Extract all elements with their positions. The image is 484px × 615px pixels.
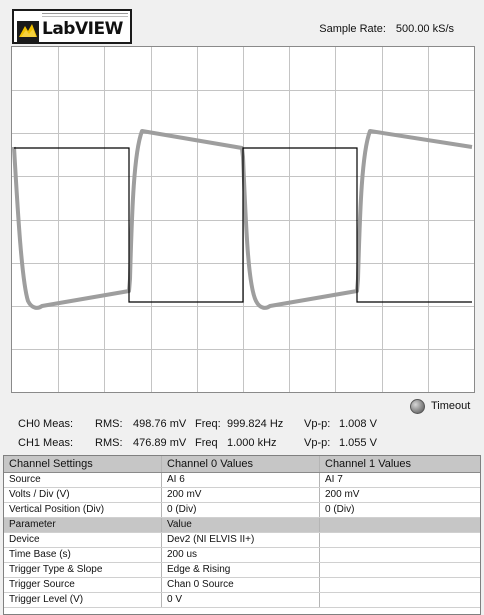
table-row[interactable]: Source AI 6 AI 7 [4, 473, 480, 488]
parameter-name-cell: Trigger Level (V) [4, 593, 162, 607]
parameter-name-cell: Trigger Type & Slope [4, 563, 162, 577]
setting-name-cell: Vertical Position (Div) [4, 503, 162, 517]
table-row[interactable]: Vertical Position (Div) 0 (Div) 0 (Div) [4, 503, 480, 518]
table-row[interactable]: Time Base (s) 200 us [4, 548, 480, 563]
ch0-freq-label: Freq: [195, 418, 221, 430]
table-row[interactable]: Trigger Source Chan 0 Source [4, 578, 480, 593]
parameter-name-cell: Time Base (s) [4, 548, 162, 562]
table-row[interactable]: Device Dev2 (NI ELVIS II+) [4, 533, 480, 548]
ch0-vpp-label: Vp-p: [304, 418, 331, 430]
table-row[interactable]: Trigger Type & Slope Edge & Rising [4, 563, 480, 578]
table-header-row: Channel Settings Channel 0 Values Channe… [4, 456, 480, 473]
ch1-vpp-label: Vp-p: [304, 437, 331, 449]
parameter-name-cell: Trigger Source [4, 578, 162, 592]
labview-logo: LabVIEW [12, 9, 132, 44]
setting-name-cell: Source [4, 473, 162, 487]
ch0-meas-label: CH0 Meas: [18, 418, 74, 430]
empty-header-cell [320, 518, 480, 532]
waveform-plot-area [12, 47, 474, 392]
ch0-vpp-value: 1.008 V [339, 418, 377, 430]
logo-fine-print [42, 13, 128, 17]
ch1-vpp-value: 1.055 V [339, 437, 377, 449]
channel0-value-cell[interactable]: 0 (Div) [162, 503, 320, 517]
ni-eagle-icon [17, 21, 39, 42]
empty-cell [320, 593, 480, 607]
waveform-graph[interactable] [11, 46, 475, 393]
column-header-channel0: Channel 0 Values [162, 456, 320, 472]
ch1-rms-label: RMS: [95, 437, 123, 449]
ch1-measurement-row: CH1 Meas: RMS: 476.89 mV Freq 1.000 kHz … [0, 437, 484, 453]
ch0-measurement-row: CH0 Meas: RMS: 498.76 mV Freq: 999.824 H… [0, 418, 484, 434]
sample-rate-value: 500.00 kS/s [395, 23, 454, 35]
ch0-freq-value: 999.824 Hz [227, 418, 284, 430]
parameter-value-cell[interactable]: 200 us [162, 548, 320, 562]
empty-cell [320, 578, 480, 592]
timeout-label: Timeout [431, 400, 471, 412]
channel0-value-cell[interactable]: 200 mV [162, 488, 320, 502]
sample-rate-label: Sample Rate: [319, 23, 386, 35]
setting-name-cell: Volts / Div (V) [4, 488, 162, 502]
parameter-value-cell[interactable]: Chan 0 Source [162, 578, 320, 592]
table-row[interactable]: Trigger Level (V) 0 V [4, 593, 480, 608]
channel1-value-cell[interactable]: 200 mV [320, 488, 480, 502]
ch1-rms-value: 476.89 mV [133, 437, 187, 449]
ch0-rms-value: 498.76 mV [133, 418, 187, 430]
sample-rate-readout: Sample Rate: 500.00 kS/s [319, 23, 454, 35]
timeout-led-icon [410, 399, 425, 414]
empty-cell [320, 533, 480, 547]
ch1-meas-label: CH1 Meas: [18, 437, 74, 449]
ch1-freq-value: 1.000 kHz [227, 437, 277, 449]
channel-settings-table[interactable]: Channel Settings Channel 0 Values Channe… [3, 455, 481, 615]
empty-cell [320, 548, 480, 562]
table-row[interactable]: Volts / Div (V) 200 mV 200 mV [4, 488, 480, 503]
channel1-value-cell[interactable]: AI 7 [320, 473, 480, 487]
column-header-channel1: Channel 1 Values [325, 458, 412, 470]
channel1-value-cell[interactable]: 0 (Div) [320, 503, 480, 517]
ch1-freq-label: Freq [195, 437, 218, 449]
column-header-settings: Channel Settings [4, 456, 162, 472]
parameter-header: Parameter [4, 518, 162, 532]
ch0-rms-label: RMS: [95, 418, 123, 430]
value-header: Value [162, 518, 320, 532]
channel0-value-cell[interactable]: AI 6 [162, 473, 320, 487]
parameter-value-cell[interactable]: Dev2 (NI ELVIS II+) [162, 533, 320, 547]
parameter-header-row: Parameter Value [4, 518, 480, 533]
ch0-waveform-trace [14, 147, 472, 303]
parameter-value-cell[interactable]: Edge & Rising [162, 563, 320, 577]
empty-cell [320, 563, 480, 577]
logo-wordmark: LabVIEW [42, 19, 123, 39]
parameter-name-cell: Device [4, 533, 162, 547]
parameter-value-cell[interactable]: 0 V [162, 593, 320, 607]
